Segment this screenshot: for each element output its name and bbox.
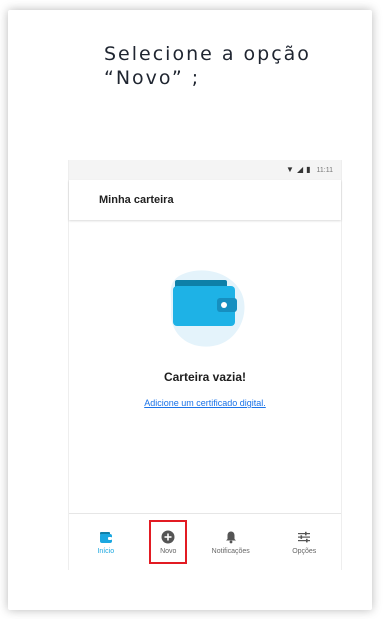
plus-circle-icon xyxy=(161,530,175,543)
page-title: Minha carteira xyxy=(99,194,174,206)
nav-item-novo[interactable]: Novo xyxy=(149,520,188,564)
nav-item-inicio[interactable]: Início xyxy=(76,518,136,566)
sliders-icon xyxy=(298,531,311,542)
status-time: 11:11 xyxy=(316,166,333,174)
status-bar: ▼ ◢ ▮ 11:11 xyxy=(69,160,341,180)
nav-item-opcoes[interactable]: Opções xyxy=(274,518,334,566)
empty-state-title: Carteira vazia! xyxy=(163,370,247,384)
battery-icon: ▮ xyxy=(306,165,311,174)
nav-label-opcoes: Opções xyxy=(292,547,317,555)
app-bar: Minha carteira xyxy=(69,180,341,220)
signal-icon: ◢ xyxy=(296,165,304,174)
instruction-text: Selecione a opção “Novo” ; xyxy=(104,42,364,90)
nav-label-novo: Novo xyxy=(160,547,177,555)
empty-wallet-illustration xyxy=(170,270,245,347)
phone-screen: ▼ ◢ ▮ 11:11 Minha carteira Carteira vazi… xyxy=(68,160,342,570)
bell-icon xyxy=(225,531,236,543)
main-content: Carteira vazia! Adicione um certificado … xyxy=(69,220,341,510)
instruction-line-2: “Novo” ; xyxy=(104,67,201,89)
wifi-icon: ▼ xyxy=(286,165,294,174)
add-certificate-link[interactable]: Adicione um certificado digital. xyxy=(69,398,341,408)
tutorial-card: Selecione a opção “Novo” ; ▼ ◢ ▮ 11:11 M… xyxy=(8,10,372,610)
nav-item-notificacoes[interactable]: Notificações xyxy=(201,518,261,566)
bottom-navigation: Início Novo Notificações Opções xyxy=(69,513,341,570)
instruction-line-1: Selecione a opção xyxy=(104,43,311,65)
wallet-icon xyxy=(99,531,112,543)
nav-label-notificacoes: Notificações xyxy=(211,547,250,555)
nav-label-inicio: Início xyxy=(97,547,115,555)
